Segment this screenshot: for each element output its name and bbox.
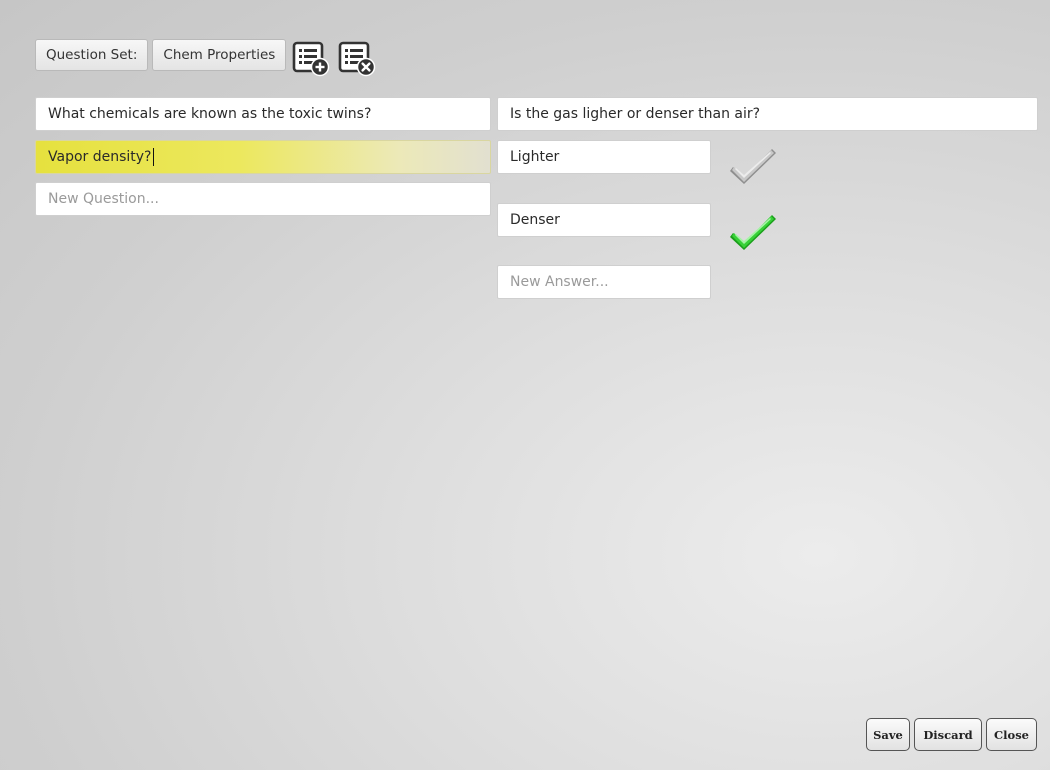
question-item-selected[interactable]: Vapor density? — [35, 140, 491, 174]
add-question-set-button[interactable] — [290, 38, 332, 80]
question-set-toolbar: Question Set: Chem Properties — [35, 38, 378, 77]
new-question-input[interactable]: New Question... — [35, 182, 491, 216]
discard-button[interactable]: Discard — [914, 718, 982, 751]
new-answer-input[interactable]: New Answer... — [497, 265, 711, 299]
question-item-text: Vapor density? — [48, 149, 152, 165]
question-set-label-button[interactable]: Question Set: — [35, 39, 149, 71]
list-remove-icon — [339, 41, 376, 77]
selected-question-field[interactable]: Is the gas ligher or denser than air? — [497, 97, 1038, 131]
check-icon-green[interactable] — [730, 209, 776, 251]
list-add-icon — [293, 41, 330, 77]
text-caret — [152, 148, 154, 166]
answer-item[interactable]: Lighter — [497, 140, 711, 174]
question-item[interactable]: What chemicals are known as the toxic tw… — [35, 97, 491, 131]
question-editor: Question Set: Chem Properties What chemi… — [0, 0, 1050, 770]
question-set-name-button[interactable]: Chem Properties — [152, 39, 287, 71]
save-button[interactable]: Save — [866, 718, 910, 751]
remove-question-set-button[interactable] — [336, 38, 378, 80]
answer-item[interactable]: Denser — [497, 203, 711, 237]
close-button[interactable]: Close — [986, 718, 1037, 751]
check-icon-gray[interactable] — [730, 143, 776, 185]
